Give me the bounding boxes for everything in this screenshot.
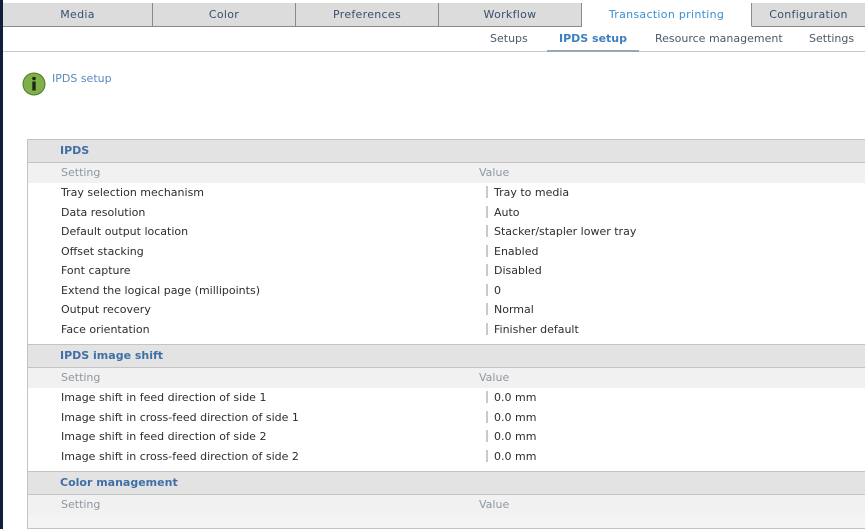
setting-value: 0.0 mm <box>494 449 537 463</box>
setting-value: 0.0 mm <box>494 430 537 443</box>
setting-label: Image shift in feed direction of side 2 <box>61 430 267 443</box>
column-header: Setting Value <box>28 163 865 183</box>
value-marker <box>486 205 488 218</box>
section-header-color-management: Color management <box>28 471 865 495</box>
main-tab-bar: Media Color Preferences Workflow Transac… <box>3 3 865 27</box>
setting-label: Output recovery <box>61 303 151 316</box>
setting-value: Normal <box>494 303 534 316</box>
subtab-settings[interactable]: Settings <box>809 32 854 45</box>
tab-workflow[interactable]: Workflow <box>439 3 582 27</box>
setting-value: Tray to media <box>494 186 570 199</box>
tab-color[interactable]: Color <box>153 3 296 27</box>
column-setting-label: Setting <box>61 166 101 179</box>
setting-row-tray-selection[interactable]: Tray selection mechanism Tray to media <box>28 183 865 203</box>
value-marker <box>486 303 488 315</box>
setting-value: 0.0 mm <box>494 391 537 404</box>
setting-value: 0.0 mm <box>494 410 537 424</box>
setting-value: 0 <box>494 283 501 297</box>
subtab-ipds-setup[interactable]: IPDS setup <box>547 32 640 52</box>
page-title: IPDS setup <box>52 72 112 85</box>
setting-label: Image shift in feed direction of side 1 <box>61 391 267 404</box>
setting-row-font-capture[interactable]: Font capture Disabled <box>28 261 865 281</box>
setting-row-default-output-location[interactable]: Default output location Stacker/stapler l… <box>28 222 865 242</box>
subtab-setups[interactable]: Setups <box>490 32 528 45</box>
setting-row-shift-feed-side2[interactable]: Image shift in feed direction of side 2 0… <box>28 427 865 447</box>
value-marker <box>486 283 488 296</box>
setting-row-extend-logical-page[interactable]: Extend the logical page (millipoints) 0 <box>28 280 865 300</box>
setting-value: Disabled <box>494 264 542 277</box>
section-header-ipds: IPDS <box>28 140 865 163</box>
column-setting-label: Setting <box>61 371 101 384</box>
tab-media[interactable]: Media <box>3 3 153 27</box>
settings-panel: IPDS Setting Value Tray selection mechan… <box>27 139 865 529</box>
value-marker <box>486 449 488 462</box>
setting-row-shift-crossfeed-side2[interactable]: Image shift in cross-feed direction of s… <box>28 446 865 466</box>
tab-configuration[interactable]: Configuration <box>752 3 865 27</box>
setting-value: Finisher default <box>494 322 579 336</box>
setting-row-offset-stacking[interactable]: Offset stacking Enabled <box>28 241 865 261</box>
setting-label: Font capture <box>61 264 131 277</box>
value-marker <box>486 225 488 237</box>
setting-row-shift-feed-side1[interactable]: Image shift in feed direction of side 1 0… <box>28 388 865 408</box>
setting-label: Data resolution <box>61 205 146 219</box>
column-value-label: Value <box>479 371 510 384</box>
info-icon <box>22 72 46 96</box>
setting-label: Default output location <box>61 225 189 238</box>
value-marker <box>486 244 488 257</box>
setting-label: Offset stacking <box>61 244 144 258</box>
value-marker <box>486 410 488 423</box>
setting-value: Enabled <box>494 244 539 258</box>
tab-preferences[interactable]: Preferences <box>296 3 439 27</box>
value-marker <box>486 186 488 198</box>
setting-label: Image shift in cross-feed direction of s… <box>61 449 299 463</box>
column-value-label: Value <box>479 498 510 511</box>
value-marker <box>486 322 488 335</box>
tab-transaction-printing[interactable]: Transaction printing <box>582 3 752 27</box>
window-left-border <box>0 0 3 529</box>
setting-label: Tray selection mechanism <box>61 186 205 199</box>
setting-row-shift-crossfeed-side1[interactable]: Image shift in cross-feed direction of s… <box>28 407 865 427</box>
setting-label: Image shift in cross-feed direction of s… <box>61 410 299 424</box>
setting-row-face-orientation[interactable]: Face orientation Finisher default <box>28 319 865 339</box>
column-value-label: Value <box>479 166 510 179</box>
sub-tab-bar: Setups IPDS setup Resource management Se… <box>3 27 865 52</box>
value-marker <box>486 264 488 276</box>
column-setting-label: Setting <box>61 498 101 511</box>
setting-row-data-resolution[interactable]: Data resolution Auto <box>28 202 865 222</box>
value-marker <box>486 391 488 403</box>
section-header-ipds-image-shift: IPDS image shift <box>28 344 865 368</box>
value-marker <box>486 430 488 442</box>
column-header: Setting Value <box>28 495 865 515</box>
setting-label: Extend the logical page (millipoints) <box>61 283 260 297</box>
subtab-resource-management[interactable]: Resource management <box>655 32 783 45</box>
setting-label: Face orientation <box>61 322 150 336</box>
setting-value: Auto <box>494 205 520 219</box>
setting-row-output-recovery[interactable]: Output recovery Normal <box>28 300 865 320</box>
setting-value: Stacker/stapler lower tray <box>494 225 637 238</box>
column-header: Setting Value <box>28 368 865 388</box>
